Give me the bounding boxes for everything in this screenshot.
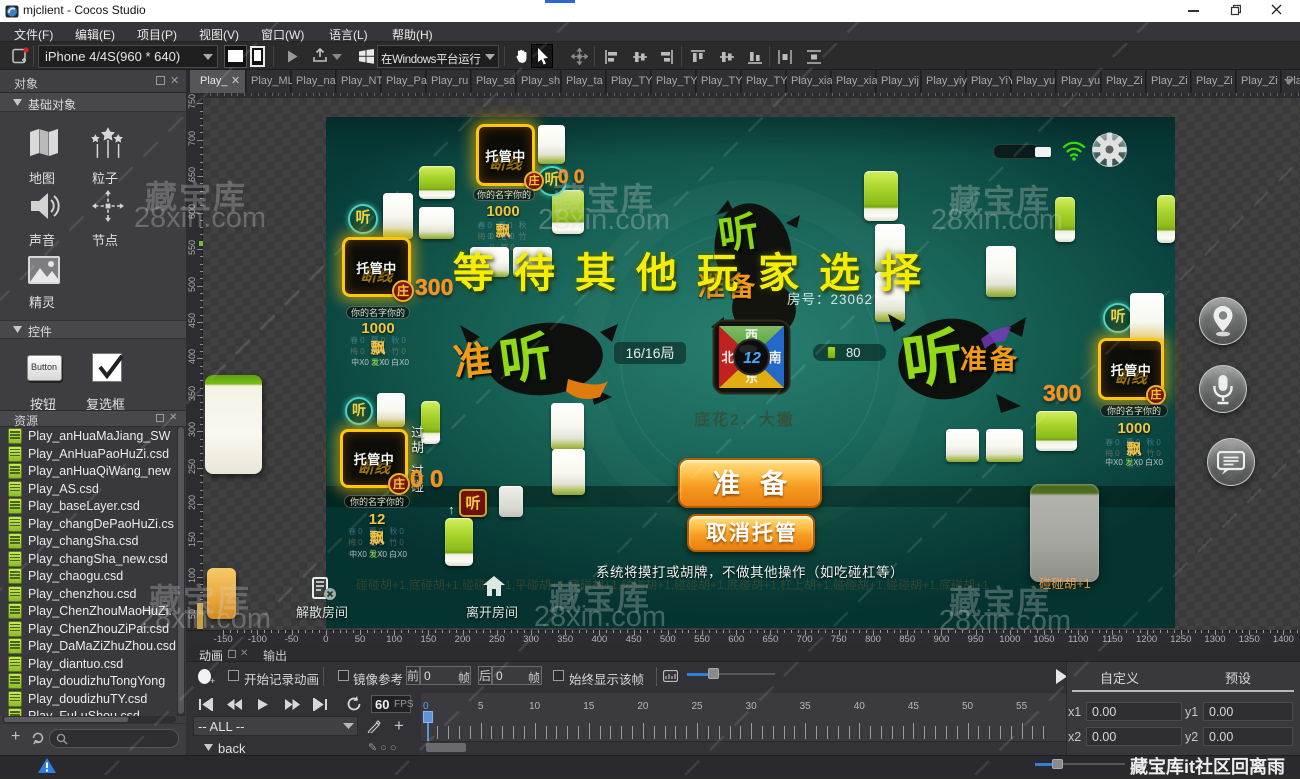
svg-text:南: 南 <box>768 350 781 365</box>
svg-text:12: 12 <box>743 350 761 367</box>
svg-text:北: 北 <box>721 350 734 365</box>
